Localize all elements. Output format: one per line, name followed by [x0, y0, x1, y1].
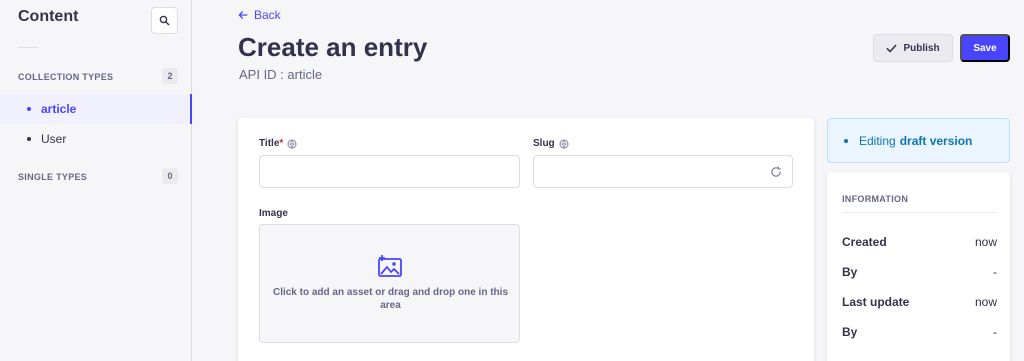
sidebar-item-article[interactable]: article	[0, 94, 192, 124]
sidebar-item-label: User	[41, 132, 67, 146]
bullet-icon	[27, 137, 31, 141]
info-key: By	[842, 265, 858, 279]
info-value: -	[993, 265, 997, 279]
edit-form-card: Title* Slug Image Click to add an asset …	[238, 118, 814, 361]
information-panel: INFORMATION Created now By - Last update…	[827, 172, 1010, 361]
info-row-last-update: Last update now	[842, 295, 997, 309]
publish-label: Publish	[903, 42, 940, 54]
info-row-updated-by: By -	[842, 325, 997, 339]
publish-button[interactable]: Publish	[873, 34, 953, 62]
title-label-text: Title	[259, 138, 280, 149]
sidebar: Content COLLECTION TYPES 2 article User …	[0, 0, 192, 361]
info-row-created: Created now	[842, 235, 997, 249]
search-icon	[159, 15, 170, 26]
arrow-left-icon	[238, 11, 248, 19]
info-key: By	[842, 325, 858, 339]
collection-types-count: 2	[162, 68, 178, 84]
refresh-icon[interactable]	[770, 166, 782, 178]
slug-label-text: Slug	[533, 138, 555, 149]
sidebar-divider	[18, 47, 38, 48]
page-title: Create an entry	[238, 32, 428, 62]
draft-status-banner: Editing draft version	[827, 118, 1010, 163]
sidebar-search-button[interactable]	[151, 7, 178, 34]
save-button[interactable]: Save	[960, 34, 1010, 62]
slug-input[interactable]	[533, 155, 793, 188]
image-add-icon	[378, 255, 402, 277]
draft-status-version: draft version	[899, 133, 973, 148]
information-divider	[842, 212, 997, 213]
bullet-icon	[844, 138, 848, 143]
api-id: API ID : article	[239, 67, 323, 82]
information-heading: INFORMATION	[842, 194, 909, 204]
info-row-created-by: By -	[842, 265, 997, 279]
single-types-count: 0	[162, 168, 178, 184]
globe-icon	[559, 138, 569, 149]
back-link[interactable]: Back	[238, 8, 281, 22]
info-value: now	[974, 295, 997, 309]
dropzone-text: Click to add an asset or drag and drop o…	[272, 287, 509, 311]
draft-status-prefix: Editing	[859, 133, 896, 148]
info-key: Last update	[842, 295, 910, 309]
bullet-icon	[27, 107, 31, 111]
collection-types-heading[interactable]: COLLECTION TYPES	[18, 72, 113, 82]
sidebar-item-label: article	[41, 102, 77, 116]
slug-field-label: Slug	[533, 138, 569, 149]
image-dropzone[interactable]: Click to add an asset or drag and drop o…	[259, 224, 520, 343]
required-marker: *	[279, 138, 284, 149]
info-key: Created	[842, 235, 887, 249]
info-value: -	[993, 325, 997, 339]
info-value: now	[974, 235, 997, 249]
title-input[interactable]	[259, 155, 520, 188]
globe-icon	[287, 138, 297, 149]
image-field-label: Image	[259, 208, 288, 219]
back-label: Back	[254, 8, 281, 22]
title-field-label: Title*	[259, 138, 297, 149]
sidebar-title: Content	[18, 8, 79, 25]
single-types-heading[interactable]: SINGLE TYPES	[18, 172, 87, 182]
check-icon	[887, 44, 897, 52]
sidebar-item-user[interactable]: User	[0, 124, 192, 154]
